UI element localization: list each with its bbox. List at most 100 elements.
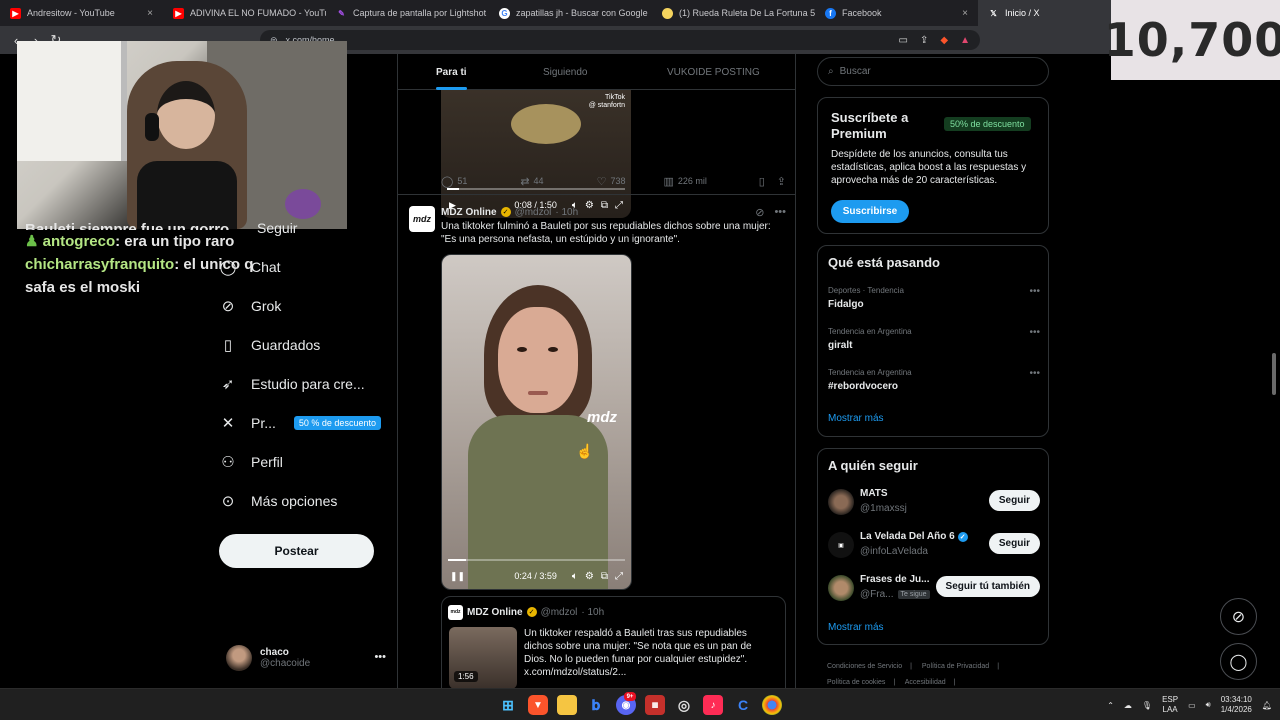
- feed-tabs: Para ti Siguiendo VUKOIDE POSTING: [398, 54, 795, 90]
- follow-button[interactable]: Seguir: [988, 533, 1040, 554]
- tiktok-icon[interactable]: ♪: [703, 695, 723, 715]
- url-field[interactable]: ⊜ x.com/home ▭ ⇪ ◆ ▲: [260, 30, 980, 50]
- follow-handle: @1maxssj: [860, 503, 907, 514]
- browser-tab[interactable]: ▶ Andresitow - YouTube ×: [0, 0, 163, 26]
- chat-username: chicharrasyfranquito: [25, 256, 175, 273]
- browser-tab[interactable]: Gzapatillas jh - Buscar con Google×: [489, 0, 652, 26]
- mdz-watermark: mdz: [587, 409, 617, 426]
- grok-fab-button[interactable]: ⊘: [1220, 598, 1257, 635]
- browser-tab[interactable]: ▶ADIVINA EL NO FUMADO - YouTube×: [163, 0, 326, 26]
- post-button[interactable]: Postear: [219, 534, 374, 568]
- show-more-link[interactable]: Mostrar más: [828, 622, 884, 633]
- show-more-link[interactable]: Mostrar más: [828, 413, 884, 424]
- footer-link[interactable]: Accesibilidad: [905, 679, 946, 686]
- chrome-icon[interactable]: [762, 695, 782, 715]
- pause-icon[interactable]: ❚❚: [450, 571, 465, 582]
- follow-suggestion[interactable]: ▣ La Velada Del Año 6 ✓ @infoLaVelada Seg…: [828, 530, 1040, 560]
- pip-icon[interactable]: ⧉: [601, 571, 608, 582]
- tab-for-you[interactable]: Para ti: [436, 54, 467, 90]
- subscribe-button[interactable]: Suscribirse: [831, 200, 909, 223]
- trend-item[interactable]: Deportes · Tendencia Fidalgo •••: [828, 286, 1040, 316]
- trend-item[interactable]: Tendencia en Argentina giralt •••: [828, 327, 1040, 357]
- quoted-tweet[interactable]: mdz MDZ Online ✓ @mdzol · 10h 1:56 Un ti…: [441, 596, 786, 688]
- quoted-time: · 10h: [581, 606, 605, 618]
- close-tab-icon[interactable]: ×: [962, 8, 968, 19]
- more-dots-icon[interactable]: •••: [1029, 286, 1040, 297]
- views-icon: ▥: [663, 175, 674, 188]
- nav-item-follow[interactable]: Seguir: [257, 213, 297, 243]
- bookmark-button[interactable]: ▯: [759, 175, 765, 188]
- messages-fab-button[interactable]: ◯: [1220, 643, 1257, 680]
- share-button[interactable]: ⇪: [777, 175, 786, 188]
- nav-item-grok[interactable]: ⊘ Grok: [219, 291, 282, 321]
- follow-suggestion[interactable]: Frases de Ju... @Fra... Te sigue Seguir t…: [828, 573, 1040, 603]
- more-dots-icon[interactable]: •••: [374, 651, 386, 663]
- chat-badge-icon: ♟: [25, 233, 39, 250]
- follow-button[interactable]: Seguir: [988, 490, 1040, 511]
- search-input[interactable]: ⌕ Buscar: [817, 57, 1049, 86]
- brave-shield-icon[interactable]: ◆: [940, 35, 948, 46]
- more-dots-icon[interactable]: •••: [1029, 368, 1040, 379]
- obs-icon[interactable]: ◎: [674, 695, 694, 715]
- rocket-icon: ➶: [221, 376, 235, 393]
- tweet-author-handle[interactable]: @mdzol: [515, 207, 552, 218]
- tweet-video-player[interactable]: TikTok @ stanfortn ▶ 0:08 / 1:50 🔈︎ ⚙ ⧉ ⤢: [441, 90, 631, 218]
- more-dots-icon[interactable]: •••: [774, 206, 786, 219]
- capcut-icon[interactable]: C: [733, 695, 753, 715]
- follow-handle: @Fra... Te sigue: [860, 589, 930, 600]
- app-icon[interactable]: ▦: [645, 695, 665, 715]
- mic-icon[interactable]: 🎙︎: [1142, 701, 1152, 710]
- nav-item-creator-studio[interactable]: ➶ Estudio para cre...: [219, 369, 365, 399]
- nav-item-profile[interactable]: ⚇ Perfil: [219, 447, 283, 477]
- chevron-up-icon[interactable]: ⌃: [1107, 701, 1114, 710]
- folder-icon[interactable]: [557, 695, 577, 715]
- follow-back-button[interactable]: Seguir tú también: [935, 576, 1040, 597]
- follow-suggestion[interactable]: MATS @1maxssj Seguir: [828, 487, 1040, 517]
- volume-icon[interactable]: 🔊︎: [1206, 700, 1211, 710]
- browser-tab[interactable]: f Facebook ×: [815, 0, 978, 26]
- footer-link[interactable]: Condiciones de Servicio: [827, 663, 902, 670]
- bluesky-icon[interactable]: 𝐛: [586, 695, 606, 715]
- footer-link[interactable]: Política de Privacidad: [922, 663, 989, 670]
- more-dots-icon[interactable]: •••: [1029, 327, 1040, 338]
- browser-tab[interactable]: ✎Captura de pantalla por Lightshot×: [326, 0, 489, 26]
- language-indicator[interactable]: ESP LAA: [1162, 695, 1178, 715]
- tweet-time[interactable]: · 10h: [555, 207, 578, 218]
- screen-icon[interactable]: ▭: [899, 35, 908, 46]
- footer-link[interactable]: Política de cookies: [827, 679, 885, 686]
- follow-handle: @infoLaVelada: [860, 546, 928, 557]
- brave-icon[interactable]: ▼: [528, 695, 548, 715]
- nav-item-chat[interactable]: ◯ Chat: [219, 252, 281, 282]
- nav-item-bookmarks[interactable]: ▯ Guardados: [219, 330, 320, 360]
- like-button[interactable]: ♡ 738: [597, 175, 626, 188]
- views-button[interactable]: ▥ 226 mil: [663, 175, 706, 188]
- clock[interactable]: 03:34:10 1/4/2026: [1221, 695, 1252, 715]
- volume-icon[interactable]: 🔈︎: [572, 571, 578, 582]
- brave-rewards-icon[interactable]: ▲: [960, 35, 970, 46]
- notification-bell-icon[interactable]: 🔔︎: [1262, 701, 1272, 710]
- start-icon[interactable]: ⊞: [498, 695, 518, 715]
- cloud-icon[interactable]: ☁: [1124, 701, 1132, 710]
- display-icon[interactable]: ▭: [1188, 701, 1196, 710]
- share-icon[interactable]: ⇪: [920, 35, 928, 46]
- scrollbar[interactable]: [1272, 353, 1276, 395]
- fullscreen-icon[interactable]: ⤢: [615, 571, 623, 582]
- reply-button[interactable]: ◯ 51: [441, 175, 467, 188]
- tweet-video-player[interactable]: mdz ❚❚ 0:24 / 3:59 🔈︎ ⚙ ⧉ ⤢: [441, 254, 632, 590]
- tab-following[interactable]: Siguiendo: [543, 54, 587, 90]
- grok-icon[interactable]: ⊘: [755, 206, 764, 219]
- settings-icon[interactable]: ⚙: [585, 571, 594, 582]
- browser-tab[interactable]: (1) Rueda Ruleta De La Fortuna 50 C×: [652, 0, 815, 26]
- tweet-avatar[interactable]: mdz: [409, 206, 435, 232]
- tweet-author-name[interactable]: MDZ Online: [441, 207, 497, 218]
- active-tab-indicator: [436, 87, 467, 90]
- trend-item[interactable]: Tendencia en Argentina #rebordvocero •••: [828, 368, 1040, 398]
- nav-item-premium[interactable]: ✕ Pr... 50 % de descuento: [219, 408, 381, 438]
- nav-item-more[interactable]: ⊙ Más opciones: [219, 486, 338, 516]
- repost-button[interactable]: ⇄ 44: [520, 175, 543, 188]
- windows-taskbar: ⊞ ▼ 𝐛 ◉ 9+ ▦ ◎ ♪ C ⌃ ☁ 🎙︎ ESP LAA ▭ 🔊︎ 03…: [0, 688, 1280, 720]
- account-switcher[interactable]: chaco @chacoide •••: [226, 643, 386, 673]
- close-tab-icon[interactable]: ×: [147, 8, 153, 19]
- tab-vukoide-posting[interactable]: VUKOIDE POSTING: [667, 54, 760, 90]
- video-progress-bar[interactable]: [448, 559, 625, 561]
